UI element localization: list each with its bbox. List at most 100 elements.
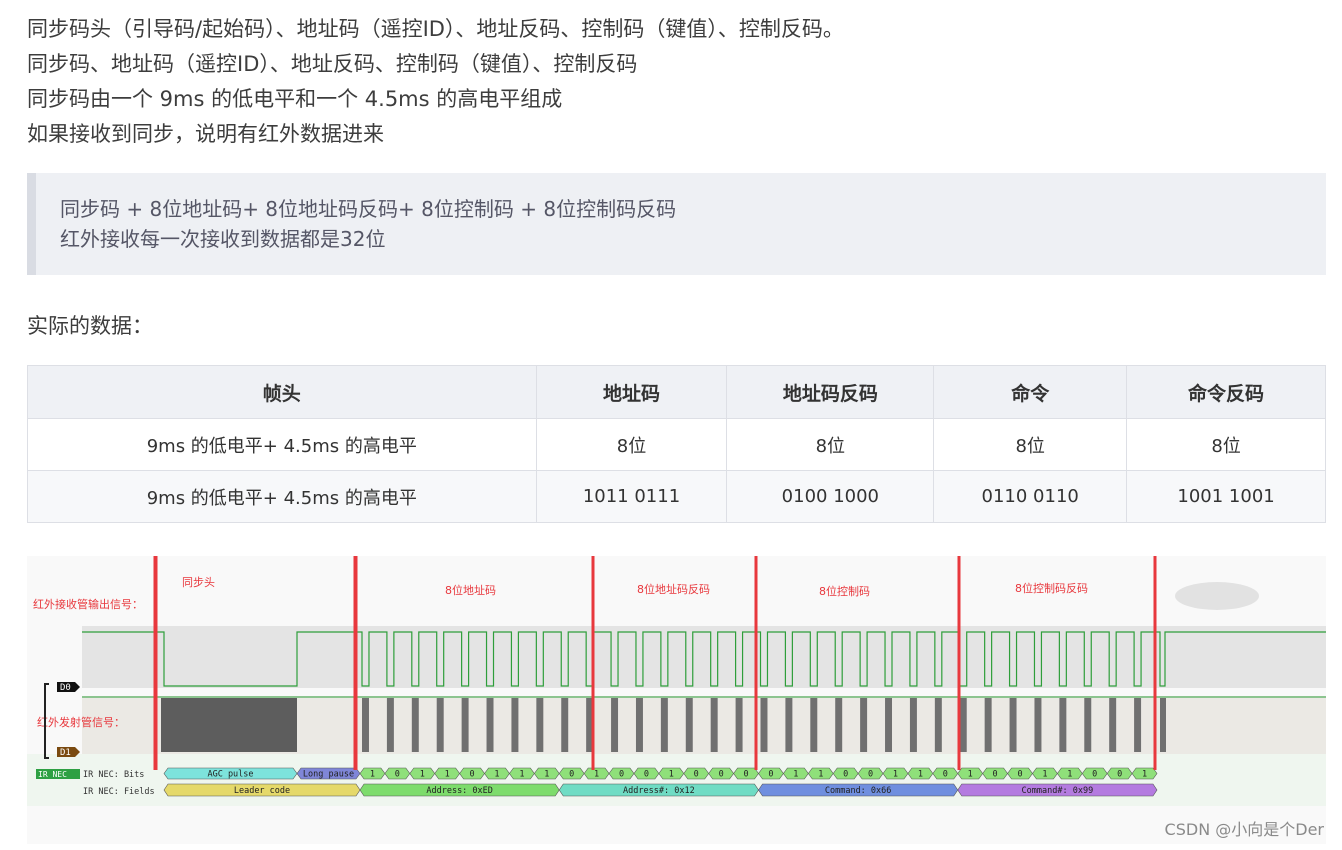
intro-line-3: 同步码由一个 9ms 的低电平和一个 4.5ms 的高电平组成 [27,87,563,111]
carrier-burst-bit [710,698,718,752]
field-label: Command: 0x66 [825,786,892,796]
bit-label: 0 [694,770,699,780]
bit-label: 1 [445,770,450,780]
table-cell: 8位 [1126,418,1326,471]
segment-marker [353,556,358,770]
d0-label: D0 [60,683,71,693]
bit-label: 1 [519,770,524,780]
bit-label: 1 [544,770,549,780]
bit-label: 0 [1117,770,1122,780]
carrier-burst-bit [735,698,743,752]
carrier-burst-bit [660,698,668,752]
carrier-burst-bit [685,698,693,752]
table-cell: 1001 1001 [1126,470,1326,523]
carrier-burst-bit [461,698,469,752]
watermark: CSDN @小向是个Der [1164,820,1324,839]
table-row: 9ms 的低电平+ 4.5ms 的高电平 1011 0111 0100 1000… [27,470,1326,523]
table-header-row: 帧头 地址码 地址码反码 命令 命令反码 [27,365,1326,419]
table-header: 帧头 [27,365,537,419]
blurred-region [1175,582,1259,610]
bit-label: 1 [669,770,674,780]
bit-label: 0 [719,770,724,780]
bit-label: 1 [370,770,375,780]
bits-row-label: IR NEC: Bits [83,770,144,780]
bit-label: 0 [943,770,948,780]
carrier-burst-bit [436,698,444,752]
carrier-burst-bit [984,698,992,752]
bit-label: 1 [1067,770,1072,780]
bit-label: 1 [594,770,599,780]
bit-label: 0 [993,770,998,780]
carrier-burst-bit [1034,698,1042,752]
segment-marker [153,556,158,770]
d1-label: D1 [60,748,71,758]
bit-label: 0 [470,770,475,780]
bit-label: 1 [918,770,923,780]
carrier-burst-bit [362,698,369,752]
carrier-burst-bit [785,698,793,752]
table-cell: 9ms 的低电平+ 4.5ms 的高电平 [27,470,537,523]
decoder-lanes [27,754,1326,806]
blockquote-line-1: 同步码 + 8位地址码+ 8位地址码反码+ 8位控制码 + 8位控制码反码 [60,197,677,221]
annotation-sync-head: 同步头 [182,576,215,589]
carrier-burst-bit [909,698,917,752]
bit-label: 0 [1092,770,1097,780]
annotation-address-inv: 8位地址码反码 [637,582,710,596]
carrier-burst-bit [611,698,619,752]
bit-label: 0 [868,770,873,780]
blockquote-line-2: 红外接收每一次接收到数据都是32位 [60,227,386,251]
table-cell: 8位 [933,418,1128,471]
bit-label: 1 [818,770,823,780]
segment-marker [1153,556,1157,770]
long-pause-label: Long pause [303,770,354,780]
carrier-burst-bit [1059,698,1067,752]
carrier-burst-bit [810,698,818,752]
field-label: Address#: 0x12 [623,786,695,796]
carrier-burst-leader [161,698,297,752]
bit-label: 1 [968,770,973,780]
bit-label: 0 [644,770,649,780]
bit-label: 0 [843,770,848,780]
intro-line-4: 如果接收到同步，说明有红外数据进来 [27,122,384,146]
bit-label: 1 [793,770,798,780]
segment-marker [591,556,595,770]
carrier-burst-bit [536,698,544,752]
annotation-command-inv: 8位控制码反码 [1015,581,1088,595]
annotation-command: 8位控制码 [819,584,870,598]
annotation-address: 8位地址码 [445,583,496,597]
segment-marker [754,556,758,770]
field-label: Address: 0xED [426,786,493,796]
transmitter-label: 红外发射管信号： [37,715,125,729]
carrier-burst-bit [860,698,868,752]
table-header: 命令反码 [1126,365,1326,419]
bit-label: 0 [569,770,574,780]
carrier-burst-bit [635,698,643,752]
table-header: 命令 [933,365,1128,419]
bit-label: 1 [494,770,499,780]
carrier-burst-bit [1084,698,1092,752]
carrier-burst-bit [561,698,569,752]
intro-line-1: 同步码头（引导码/起始码）、地址码（遥控ID）、地址反码、控制码（键值）、控制反… [27,17,844,41]
ir-nec-label: IR NEC [38,770,67,779]
table-cell: 8位 [535,418,728,471]
segment-marker [957,556,961,770]
table-cell: 8位 [726,418,935,471]
table-cell: 0110 0110 [933,470,1128,523]
carrier-burst-bit [934,698,942,752]
section-label: 实际的数据： [27,314,153,338]
agc-pulse-label: AGC pulse [207,770,253,780]
intro-line-2: 同步码、地址码（遥控ID）、地址反码、控制码（键值）、控制反码 [27,52,638,76]
ir-nec-waveform: 红外接收管输出信号： 红外发射管信号： D0 D1 IR NEC IR NEC:… [27,556,1326,844]
carrier-burst-bit [885,698,893,752]
table-header: 地址码 [535,365,728,419]
field-label: Command#: 0x99 [1022,786,1094,796]
table-cell: 1011 0111 [535,470,728,523]
bit-label: 0 [768,770,773,780]
bit-label: 1 [1142,770,1147,780]
bit-label: 0 [395,770,400,780]
carrier-burst-bit [959,698,967,752]
table-cell: 9ms 的低电平+ 4.5ms 的高电平 [27,418,537,471]
bit-label: 1 [893,770,898,780]
carrier-burst-bit [1009,698,1017,752]
receiver-label: 红外接收管输出信号： [33,597,143,611]
